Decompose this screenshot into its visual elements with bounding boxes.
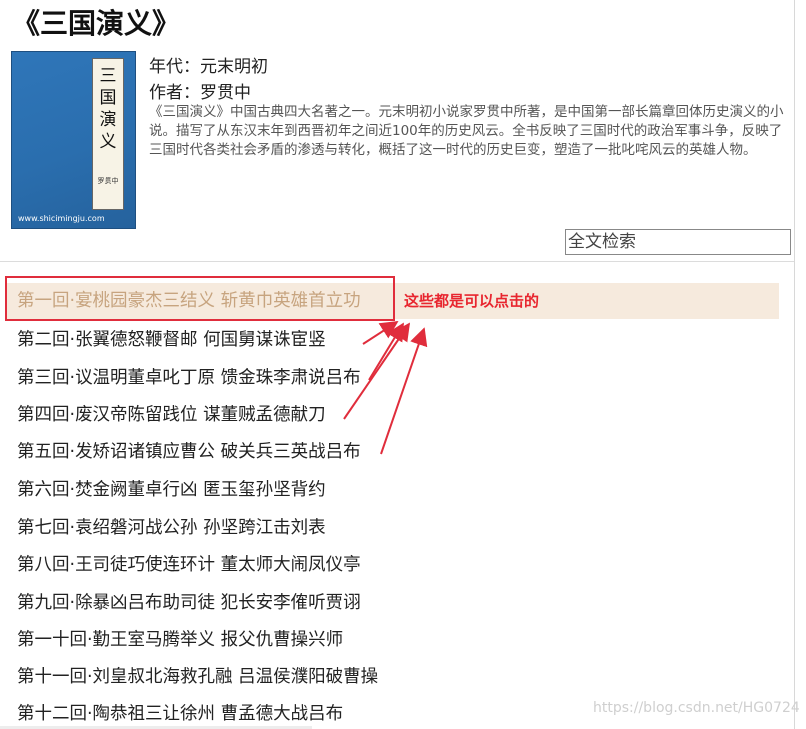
cover-label: 三国演义 罗贯中 xyxy=(92,58,124,210)
annotation-arrow-1 xyxy=(362,321,399,345)
cover-label-author: 罗贯中 xyxy=(97,177,119,185)
section-divider xyxy=(0,261,794,262)
annotation-label: 这些都是可以点击的 xyxy=(404,292,540,310)
page: 《三国演义》 三国演义 罗贯中 www.shicimingju.com 年代：元… xyxy=(0,0,806,729)
cover-site-text: www.shicimingju.com xyxy=(18,214,105,223)
chapter-link-12[interactable]: 第十二回·陶恭祖三让徐州 曹孟德大战吕布 xyxy=(17,702,343,726)
chapter-link-9[interactable]: 第九回·除暴凶吕布助司徒 犯长安李傕听贾诩 xyxy=(17,591,361,615)
book-description: 《三国演义》中国古典四大名著之一。元末明初小说家罗贯中所著，是中国第一部长篇章回… xyxy=(149,104,784,158)
annotation-arrow-4 xyxy=(380,327,428,455)
chapter-link-7[interactable]: 第七回·袁绍磐河战公孙 孙坚跨江击刘表 xyxy=(17,516,326,540)
chapter-link-5[interactable]: 第五回·发矫诏诸镇应曹公 破关兵三英战吕布 xyxy=(17,440,361,464)
watermark: https://blog.csdn.net/HG0724 xyxy=(593,700,800,716)
annotation-highlight-box xyxy=(5,276,395,321)
cover-label-title: 三国演义 xyxy=(99,66,117,152)
book-title: 《三国演义》 xyxy=(12,7,181,40)
chapter-link-4[interactable]: 第四回·废汉帝陈留践位 谋董贼孟德献刀 xyxy=(17,403,326,427)
right-border xyxy=(794,0,795,729)
fulltext-search-input[interactable] xyxy=(565,229,791,255)
chapter-link-10[interactable]: 第一十回·勤王室马腾举义 报父仇曹操兴师 xyxy=(17,628,343,652)
chapter-link-11[interactable]: 第十一回·刘皇叔北海救孔融 吕温侯濮阳破曹操 xyxy=(17,665,378,689)
chapter-link-2[interactable]: 第二回·张翼德怒鞭督邮 何国舅谋诛宦竖 xyxy=(17,328,326,352)
book-author: 作者：罗贯中 xyxy=(149,83,251,103)
annotation-arrow-2 xyxy=(368,322,404,381)
chapter-link-3[interactable]: 第三回·议温明董卓叱丁原 馈金珠李肃说吕布 xyxy=(17,366,361,390)
book-era: 年代：元末明初 xyxy=(149,57,268,77)
chapter-link-8[interactable]: 第八回·王司徒巧使连环计 董太师大闹凤仪亭 xyxy=(17,553,361,577)
chapter-link-6[interactable]: 第六回·焚金阙董卓行凶 匿玉玺孙坚背约 xyxy=(17,478,326,502)
book-cover-image: 三国演义 罗贯中 www.shicimingju.com xyxy=(11,51,136,229)
